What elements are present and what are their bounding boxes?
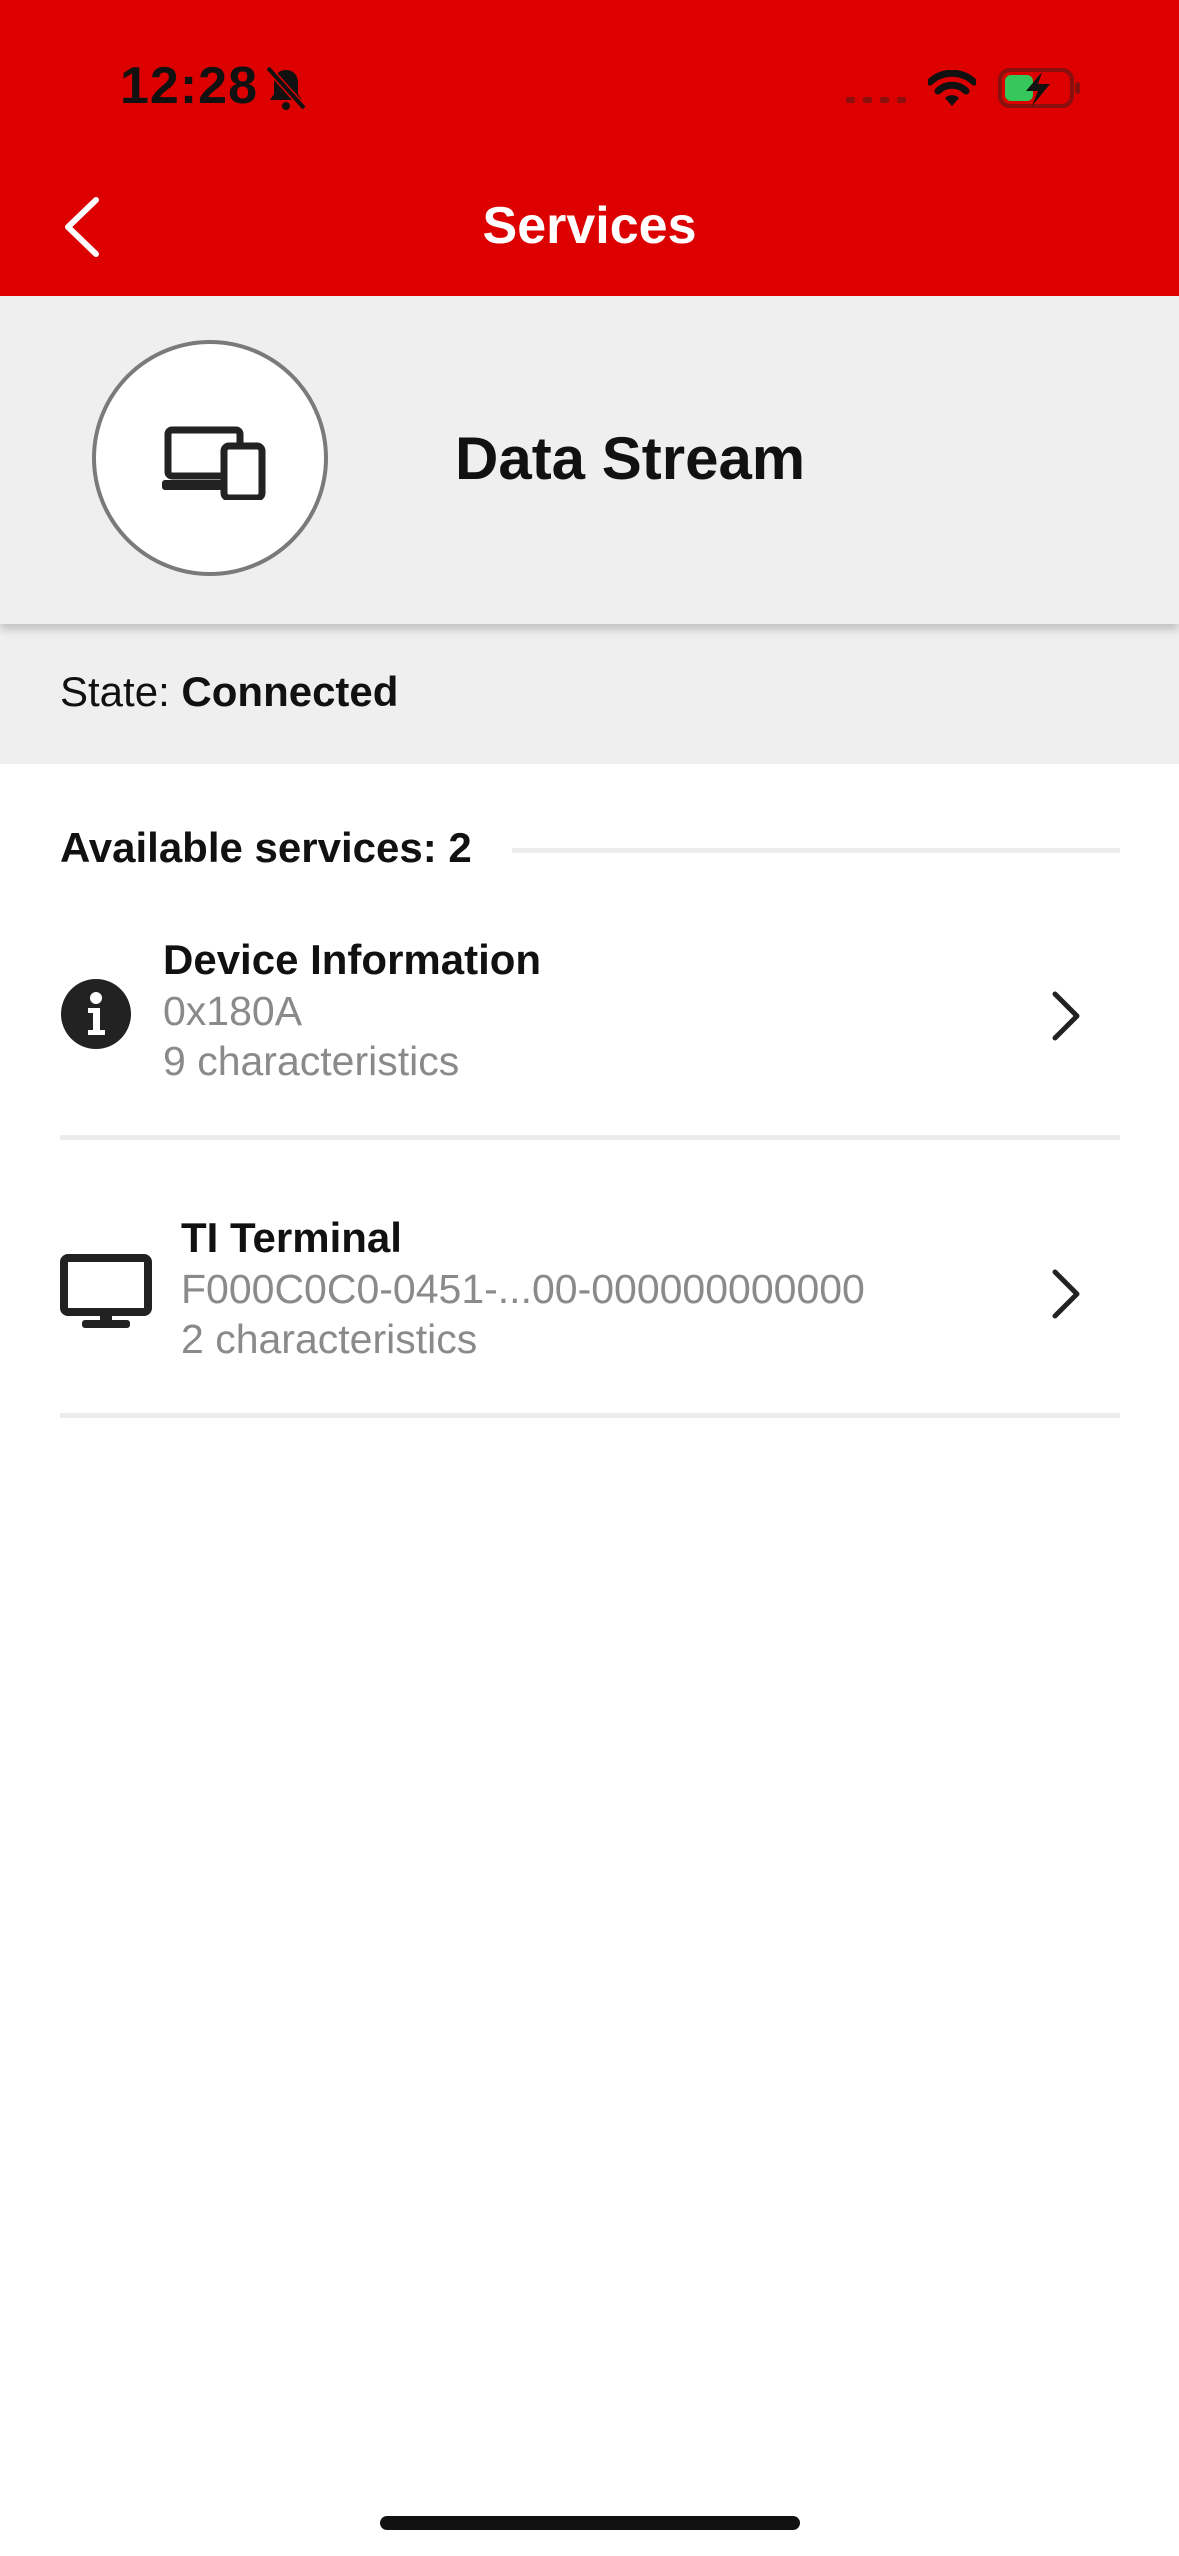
services-count-label: Available services: 2 xyxy=(60,824,472,871)
row-divider xyxy=(60,1413,1120,1418)
service-name: Device Information xyxy=(163,936,542,983)
device-header: Data Stream xyxy=(0,296,1179,624)
device-avatar xyxy=(92,340,328,576)
wifi-icon xyxy=(928,70,976,106)
service-name: TI Terminal xyxy=(181,1214,402,1261)
state-value: Connected xyxy=(181,668,399,715)
chevron-right-icon xyxy=(1052,991,1080,1041)
info-icon xyxy=(61,979,131,1049)
monitor-icon xyxy=(60,1254,152,1328)
state-label: State: xyxy=(60,668,170,715)
row-divider xyxy=(60,1135,1120,1140)
service-row-device-information[interactable]: Device Information 0x180A 9 characterist… xyxy=(60,900,1120,1140)
chevron-right-icon xyxy=(1052,1269,1080,1319)
section-divider xyxy=(512,848,1120,853)
service-characteristics-count: 9 characteristics xyxy=(163,1038,460,1084)
service-characteristics-count: 2 characteristics xyxy=(181,1316,478,1362)
service-row-ti-terminal[interactable]: TI Terminal F000C0C0-0451-...00-00000000… xyxy=(60,1178,1120,1418)
cellular-signal-icon xyxy=(846,97,906,103)
devices-icon xyxy=(162,426,266,500)
services-section-header: Available services: 2 xyxy=(60,824,1120,878)
app-header: 12:28 Services xyxy=(0,0,1179,296)
service-uuid: 0x180A xyxy=(163,988,303,1034)
page-title: Services xyxy=(482,197,697,255)
state-text: State: Connected xyxy=(60,668,398,716)
status-time: 12:28 xyxy=(120,57,258,115)
battery-charging-icon xyxy=(998,68,1080,108)
device-name: Data Stream xyxy=(455,425,806,492)
bell-slash-icon xyxy=(265,65,307,111)
service-uuid: F000C0C0-0451-...00-000000000000 xyxy=(181,1266,865,1312)
connection-state: State: Connected xyxy=(0,624,1179,764)
home-indicator[interactable] xyxy=(380,2516,800,2530)
